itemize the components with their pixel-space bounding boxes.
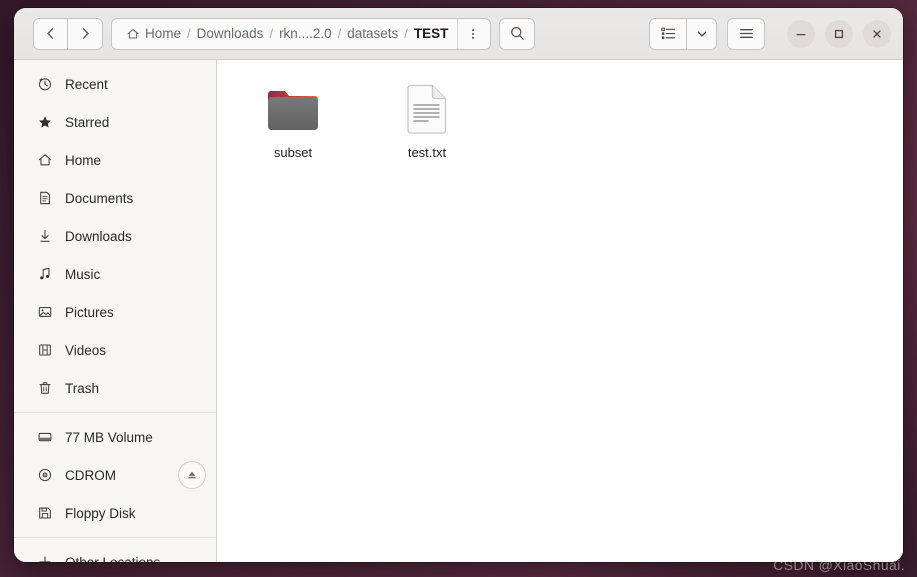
music-note-icon	[36, 266, 53, 283]
file-list-area[interactable]: subset test.txt	[217, 60, 903, 562]
minimize-button[interactable]	[787, 19, 815, 48]
trash-icon	[36, 380, 53, 397]
sidebar-item-other-locations[interactable]: Other Locations	[14, 543, 216, 562]
list-view-button[interactable]	[649, 17, 687, 50]
navigation-buttons	[33, 17, 103, 50]
document-icon	[36, 190, 53, 207]
maximize-icon	[834, 29, 844, 38]
sidebar-item-label: Starred	[65, 114, 110, 130]
sidebar-item-label: 77 MB Volume	[65, 429, 153, 445]
sidebar-separator	[14, 412, 216, 413]
sidebar-item-label: Other Locations	[65, 554, 161, 563]
text-file-icon	[404, 84, 450, 136]
breadcrumb-item-rkn[interactable]: rkn....2.0	[274, 26, 337, 41]
home-icon	[36, 152, 53, 169]
floppy-icon	[36, 505, 53, 522]
close-button[interactable]	[863, 19, 891, 48]
file-grid: subset test.txt	[239, 78, 903, 166]
home-icon	[127, 28, 139, 39]
path-menu-button[interactable]	[457, 18, 488, 49]
sidebar-item-label: Recent	[65, 76, 108, 92]
view-mode-buttons	[649, 17, 717, 50]
folder-icon	[265, 84, 321, 136]
header-bar: Home / Downloads / rkn....2.0 / datasets…	[14, 8, 903, 60]
eject-button[interactable]	[178, 461, 206, 489]
sidebar-item-label: Pictures	[65, 304, 114, 320]
sidebar-item-label: Music	[65, 266, 101, 282]
window-body: Recent Starred Home Documents Downloads …	[14, 60, 903, 562]
sidebar-item-label: Floppy Disk	[65, 505, 136, 521]
search-button[interactable]	[499, 17, 536, 50]
plus-icon	[36, 554, 53, 562]
view-options-dropdown[interactable]	[687, 17, 717, 50]
sidebar-item-downloads[interactable]: Downloads	[14, 217, 216, 255]
breadcrumb-item-test[interactable]: TEST	[409, 26, 454, 41]
back-button[interactable]	[33, 17, 68, 50]
chevron-left-icon	[47, 28, 54, 39]
star-icon	[36, 114, 53, 131]
breadcrumb: Home / Downloads / rkn....2.0 / datasets…	[111, 17, 492, 50]
breadcrumb-item-home[interactable]: Home	[121, 26, 186, 41]
window-controls	[787, 19, 891, 48]
close-icon	[873, 29, 881, 38]
list-view-icon	[660, 27, 675, 39]
sidebar-item-label: Trash	[65, 380, 100, 396]
breadcrumb-item-datasets[interactable]: datasets	[342, 26, 403, 41]
file-name-label: subset	[273, 145, 313, 160]
sidebar-item-music[interactable]: Music	[14, 255, 216, 293]
breadcrumb-item-downloads[interactable]: Downloads	[192, 26, 269, 41]
watermark-text: CSDN @XiaoShuai.	[773, 557, 905, 573]
sidebar-separator	[14, 537, 216, 538]
minimize-icon	[796, 33, 806, 35]
sidebar-item-home[interactable]: Home	[14, 141, 216, 179]
sidebar-item-label: Documents	[65, 190, 134, 206]
vertical-dots-icon	[472, 28, 475, 39]
chevron-down-icon	[697, 31, 706, 37]
sidebar-item-label: Videos	[65, 342, 107, 358]
sidebar: Recent Starred Home Documents Downloads …	[14, 60, 217, 562]
sidebar-item-starred[interactable]: Starred	[14, 103, 216, 141]
sidebar-item-documents[interactable]: Documents	[14, 179, 216, 217]
sidebar-item-recent[interactable]: Recent	[14, 65, 216, 103]
search-icon	[510, 26, 524, 40]
forward-button[interactable]	[68, 17, 103, 50]
film-icon	[36, 342, 53, 359]
file-name-label: test.txt	[407, 145, 447, 160]
file-item-text[interactable]: test.txt	[373, 78, 481, 166]
drive-icon	[36, 429, 53, 446]
sidebar-item-cdrom[interactable]: CDROM	[14, 456, 216, 494]
disc-icon	[36, 467, 53, 484]
sidebar-item-volume[interactable]: 77 MB Volume	[14, 418, 216, 456]
chevron-right-icon	[82, 28, 89, 39]
sidebar-item-floppy[interactable]: Floppy Disk	[14, 494, 216, 532]
file-item-folder[interactable]: subset	[239, 78, 347, 166]
breadcrumb-label: Home	[145, 26, 182, 41]
file-manager-window: Home / Downloads / rkn....2.0 / datasets…	[14, 8, 903, 562]
sidebar-item-label: Downloads	[65, 228, 132, 244]
sidebar-item-pictures[interactable]: Pictures	[14, 293, 216, 331]
sidebar-item-label: Home	[65, 152, 102, 168]
sidebar-item-trash[interactable]: Trash	[14, 369, 216, 407]
clock-icon	[36, 76, 53, 93]
picture-icon	[36, 304, 53, 321]
main-menu-button[interactable]	[727, 17, 765, 50]
hamburger-menu-icon	[739, 29, 753, 38]
download-arrow-icon	[36, 228, 53, 245]
maximize-button[interactable]	[825, 19, 853, 48]
eject-icon	[188, 471, 196, 479]
sidebar-item-label: CDROM	[65, 467, 116, 483]
sidebar-item-videos[interactable]: Videos	[14, 331, 216, 369]
